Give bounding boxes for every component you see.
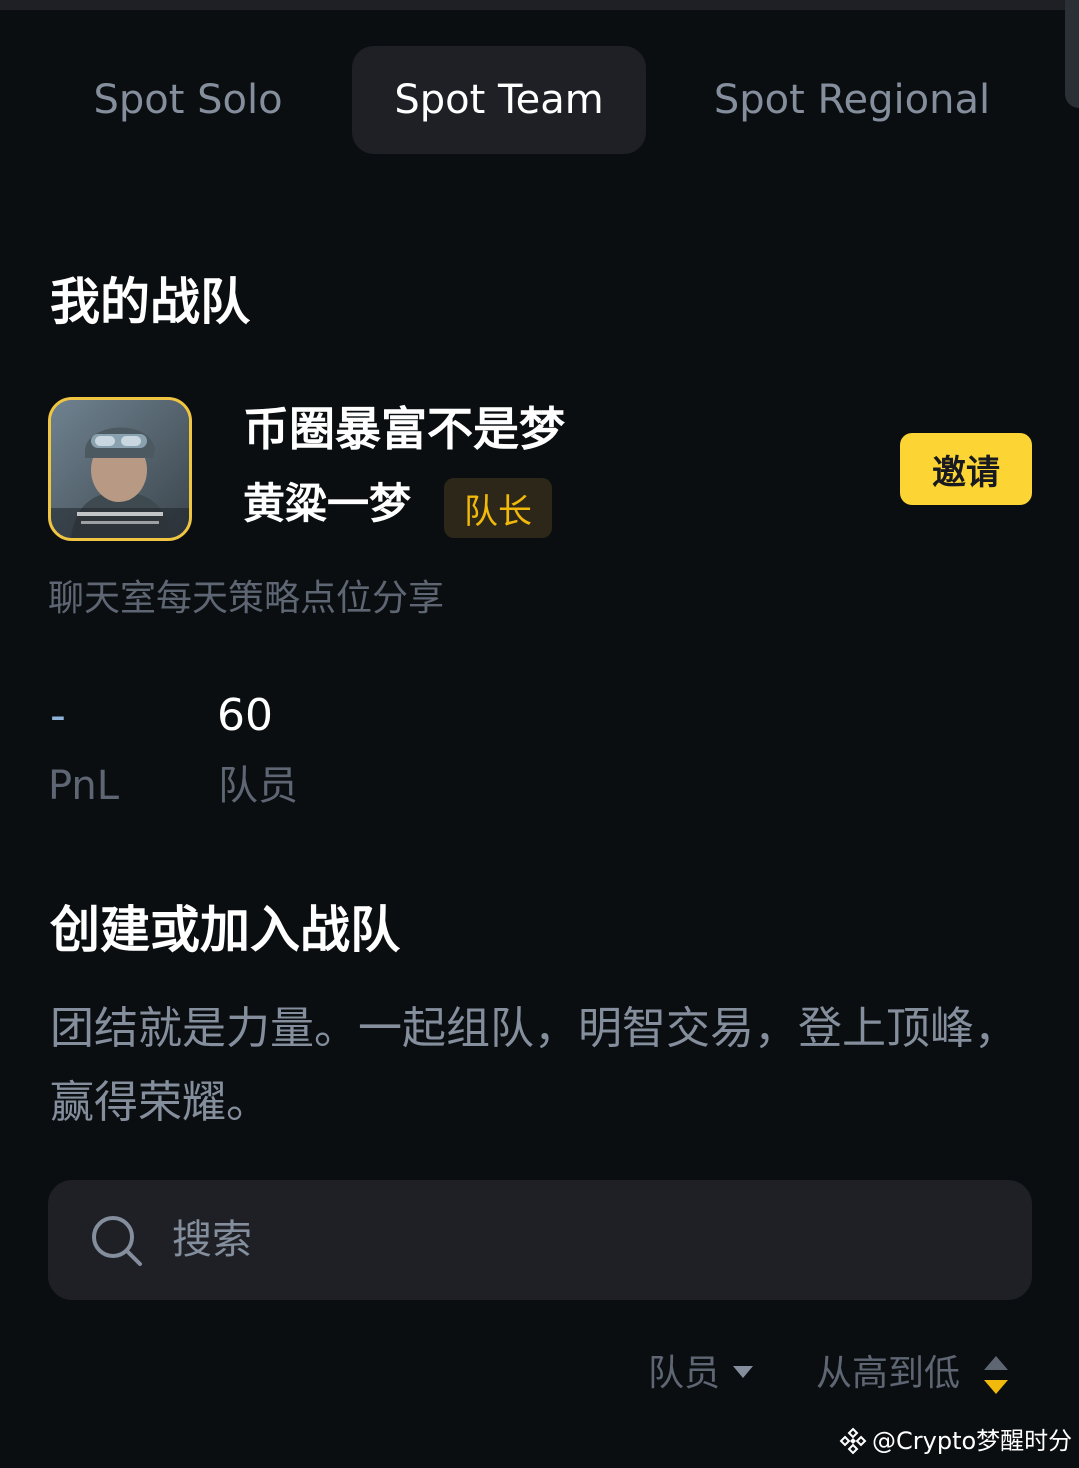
sort-toggle-icon[interactable] <box>982 1354 1010 1396</box>
team-description: 聊天室每天策略点位分享 <box>48 578 445 619</box>
tab-spot-regional[interactable]: Spot Regional <box>690 46 1014 154</box>
invite-button[interactable]: 邀请 <box>900 433 1032 505</box>
members-label: 队员 <box>218 763 298 809</box>
caret-down-icon[interactable] <box>733 1366 753 1378</box>
create-join-description: 团结就是力量。一起组队，明智交易，登上顶峰，赢得荣耀。 <box>50 1003 1018 1128</box>
pnl-label: PnL <box>48 763 120 809</box>
pnl-value: - <box>50 690 66 741</box>
tab-bar: Spot Solo Spot Team Spot Regional <box>0 46 1079 154</box>
team-avatar[interactable] <box>48 397 192 541</box>
top-bar <box>0 0 1079 10</box>
leader-badge: 队长 <box>444 478 552 538</box>
sort-order-label[interactable]: 从高到低 <box>816 1352 960 1395</box>
sort-field-dropdown[interactable]: 队员 <box>648 1352 720 1395</box>
create-join-title: 创建或加入战队 <box>50 901 400 959</box>
search-bar[interactable] <box>48 1180 1032 1300</box>
search-icon <box>92 1216 142 1266</box>
team-name: 币圈暴富不是梦 <box>243 402 565 456</box>
tab-spot-team[interactable]: Spot Team <box>352 46 646 154</box>
my-team-title: 我的战队 <box>50 273 250 331</box>
watermark-text: @Crypto梦醒时分 <box>872 1426 1073 1455</box>
tab-spot-solo[interactable]: Spot Solo <box>60 46 316 154</box>
leader-name: 黄粱一梦 <box>243 479 412 528</box>
binance-logo-icon <box>839 1427 867 1455</box>
members-count: 60 <box>217 690 273 741</box>
search-input[interactable] <box>172 1210 972 1270</box>
watermark: @Crypto梦醒时分 <box>838 1426 1072 1456</box>
avatar-image <box>51 400 189 538</box>
